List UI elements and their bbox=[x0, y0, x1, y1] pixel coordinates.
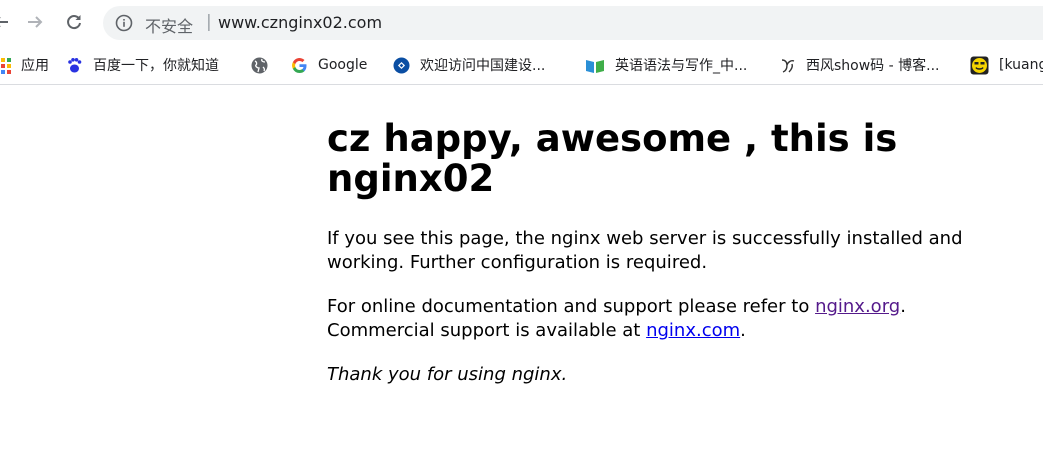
bookmark-apps[interactable]: 应用 bbox=[0, 46, 49, 84]
apps-grid-icon bbox=[1, 57, 11, 74]
bookmark-label: 应用 bbox=[21, 58, 49, 74]
blog-logo-icon bbox=[781, 58, 795, 73]
nginx-org-link[interactable]: nginx.org bbox=[815, 296, 900, 317]
bookmark-label: 百度一下，你就知道 bbox=[93, 58, 219, 74]
security-status-label[interactable]: 不安全 bbox=[145, 13, 193, 37]
address-bar[interactable]: 不安全 | www.cznginx02.com bbox=[103, 6, 1043, 40]
bookmark-google[interactable]: Google bbox=[291, 46, 367, 84]
info-icon[interactable] bbox=[115, 14, 133, 32]
bookmark-label: 欢迎访问中国建设... bbox=[420, 58, 546, 74]
smiley-face-icon bbox=[970, 56, 989, 74]
intro-paragraph: If you see this page, the nginx web serv… bbox=[327, 228, 963, 273]
nginx-com-link[interactable]: nginx.com bbox=[646, 320, 740, 341]
url-text[interactable]: www.cznginx02.com bbox=[218, 13, 382, 32]
bookmark-label: 英语语法与写作_中... bbox=[615, 58, 748, 74]
baidu-paw-icon bbox=[68, 57, 82, 72]
bookmark-label: [kuang bbox=[999, 57, 1043, 73]
bookmarks-bar: 应用 百度一下，你就知道 Google 欢迎访问中国建设... 英语语法与写作_… bbox=[0, 46, 1043, 85]
forward-arrow-icon bbox=[28, 16, 43, 28]
period: . bbox=[900, 296, 906, 317]
thank-you-text: Thank you for using nginx. bbox=[327, 364, 568, 385]
commercial-support-text: Commercial support is available at bbox=[327, 320, 647, 341]
google-g-icon bbox=[292, 57, 307, 73]
back-arrow-icon bbox=[0, 17, 8, 27]
forward-button[interactable] bbox=[22, 9, 48, 35]
bookmark-ccb[interactable]: 欢迎访问中国建设... bbox=[393, 46, 545, 84]
bookmark-blog[interactable]: 西风show码 - 博客... bbox=[779, 46, 940, 84]
bookmark-label: Google bbox=[318, 57, 368, 73]
support-text: For online documentation and support ple… bbox=[327, 296, 816, 317]
reload-button[interactable] bbox=[61, 9, 87, 35]
ccb-logo-icon bbox=[393, 57, 410, 73]
support-paragraph: For online documentation and support ple… bbox=[327, 295, 967, 343]
book-icon bbox=[586, 59, 604, 73]
separator: | bbox=[206, 12, 212, 32]
bookmark-kuang[interactable]: [kuang bbox=[970, 46, 1043, 84]
bookmark-globe[interactable] bbox=[251, 46, 278, 84]
reload-icon bbox=[67, 15, 81, 30]
bookmark-english-grammar[interactable]: 英语语法与写作_中... bbox=[585, 46, 747, 84]
bookmark-baidu[interactable]: 百度一下，你就知道 bbox=[66, 46, 219, 84]
browser-toolbar: 不安全 | www.cznginx02.com bbox=[0, 0, 1043, 46]
page-heading: cz happy, awesome , this is nginx02 bbox=[327, 117, 898, 200]
back-button[interactable] bbox=[0, 9, 14, 35]
page-content: cz happy, awesome , this is nginx02 If y… bbox=[327, 85, 967, 387]
period: . bbox=[740, 320, 746, 341]
globe-icon bbox=[251, 57, 268, 73]
bookmark-label: 西风show码 - 博客... bbox=[806, 58, 940, 74]
